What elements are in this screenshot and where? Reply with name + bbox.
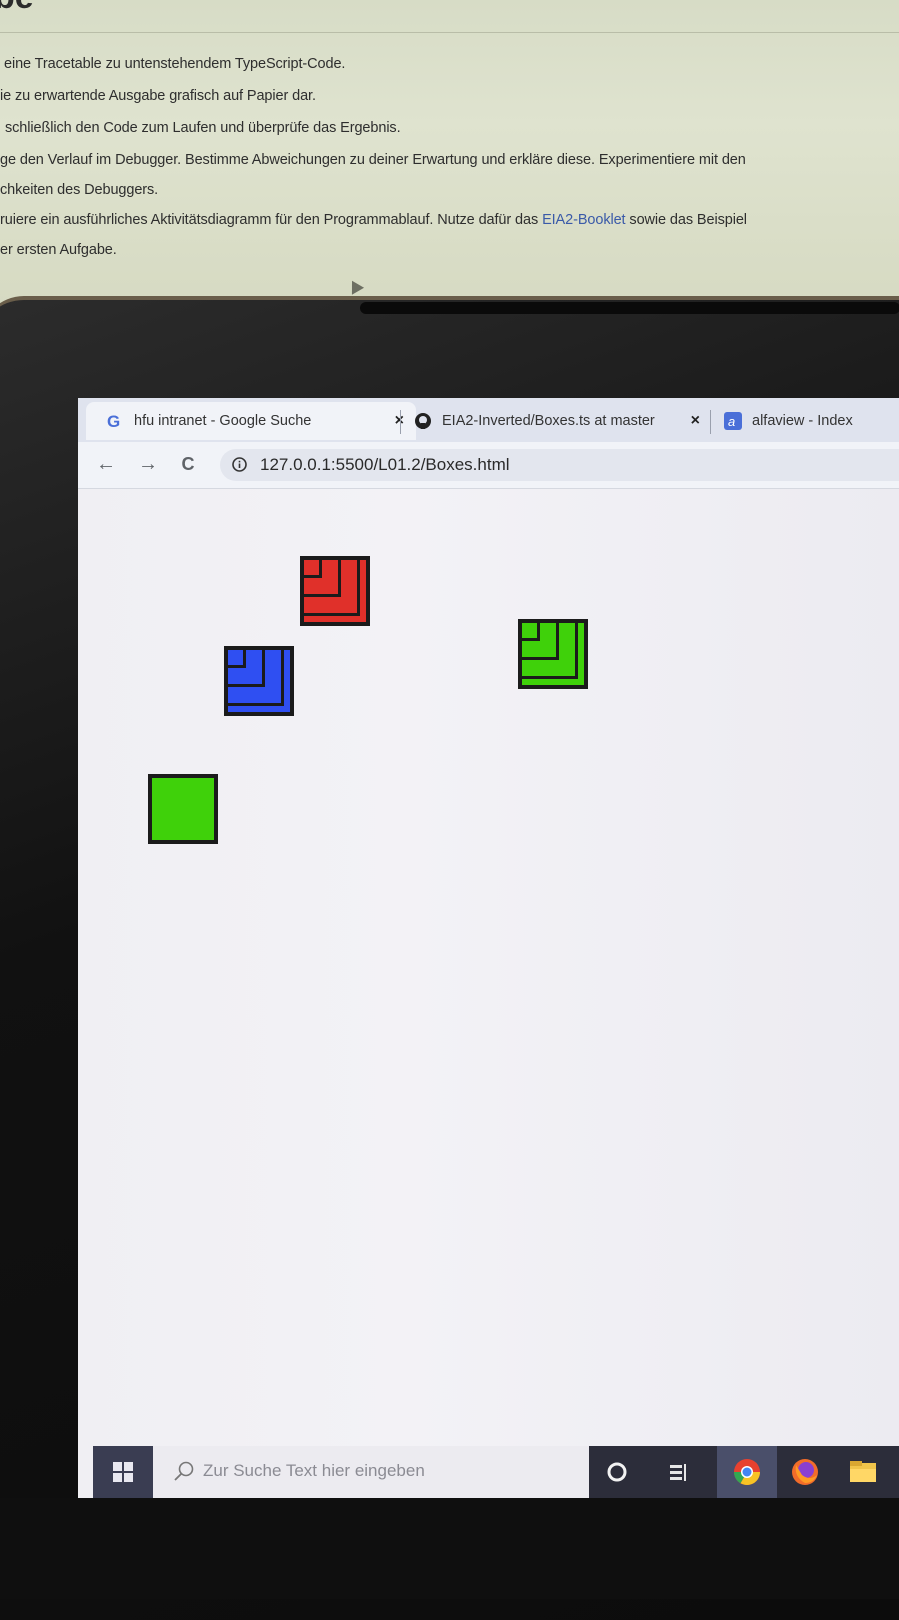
box-fill: [152, 778, 214, 840]
tab-github-boxes[interactable]: EIA2-Inverted/Boxes.ts at master ×: [410, 402, 712, 440]
laptop-bottom-bezel: [0, 1498, 899, 1599]
task-line-7: er ersten Aufgabe.: [0, 242, 117, 258]
task-line-4: ge den Verlauf im Debugger. Bestimme Abw…: [0, 152, 746, 168]
inner-square: [522, 623, 540, 641]
tab-separator: [400, 410, 401, 434]
firefox-icon[interactable]: [787, 1454, 823, 1490]
back-button[interactable]: ←: [94, 452, 118, 476]
task-line-5: chkeiten des Debuggers.: [0, 182, 159, 198]
file-explorer-icon[interactable]: [845, 1454, 881, 1490]
cortana-icon[interactable]: [599, 1454, 635, 1490]
task-view-icon[interactable]: [661, 1454, 697, 1490]
bezel-edge: [360, 302, 899, 314]
green-plain-box: [148, 774, 218, 844]
blue-nested-box: [224, 646, 294, 716]
forward-button[interactable]: →: [136, 452, 160, 476]
page-canvas: [78, 489, 899, 1528]
task-line-3: schließlich den Code zum Laufen und über…: [5, 120, 401, 136]
google-icon: G: [106, 412, 124, 430]
document-heading: be: [0, 0, 34, 17]
search-icon: [173, 1460, 195, 1487]
windows-start-icon[interactable]: [93, 1446, 153, 1498]
taskbar-search-input[interactable]: Zur Suche Text hier eingeben: [153, 1446, 589, 1498]
tab-separator: [710, 410, 711, 434]
address-url: 127.0.0.1:5500/L01.2/Boxes.html: [260, 455, 510, 474]
task-line-1: eine Tracetable zu untenstehendem TypeSc…: [4, 56, 346, 72]
background-document: be eine Tracetable zu untenstehendem Typ…: [0, 0, 899, 310]
inner-square: [304, 560, 322, 578]
browser-window: G hfu intranet - Google Suche × EIA2-Inv…: [78, 398, 899, 1528]
red-nested-box: [300, 556, 370, 626]
svg-text:a: a: [728, 414, 735, 429]
tab-alfaview[interactable]: a alfaview - Index: [720, 402, 899, 440]
mouse-cursor-icon: [345, 277, 365, 295]
github-icon: [414, 412, 432, 430]
task-line-6-text-before: ruiere ein ausführliches Aktivitätsdiagr…: [0, 212, 543, 228]
info-icon[interactable]: [232, 457, 247, 472]
tab-title: EIA2-Inverted/Boxes.ts at master: [442, 413, 655, 429]
tab-bar: G hfu intranet - Google Suche × EIA2-Inv…: [78, 398, 899, 442]
browser-toolbar: ← → C 127.0.0.1:5500/L01.2/Boxes.html: [78, 442, 899, 489]
alfaview-icon: a: [724, 412, 742, 430]
task-line-6-text-after: sowie das Beispiel: [625, 212, 747, 228]
tab-google-search[interactable]: G hfu intranet - Google Suche ×: [86, 402, 416, 440]
close-tab-icon[interactable]: ×: [691, 412, 700, 430]
eia2-booklet-link[interactable]: EIA2-Booklet: [542, 212, 626, 228]
search-placeholder: Zur Suche Text hier eingeben: [203, 1461, 425, 1480]
task-line-2: ie zu erwartende Ausgabe grafisch auf Pa…: [0, 88, 316, 104]
task-line-6: ruiere ein ausführliches Aktivitätsdiagr…: [0, 212, 747, 228]
svg-text:G: G: [107, 412, 120, 430]
address-bar[interactable]: 127.0.0.1:5500/L01.2/Boxes.html: [220, 449, 899, 481]
chrome-icon[interactable]: [717, 1446, 777, 1498]
inner-square: [228, 650, 246, 668]
green-nested-box: [518, 619, 588, 689]
heading-divider: [0, 32, 899, 33]
tab-title: alfaview - Index: [752, 413, 853, 429]
tab-title: hfu intranet - Google Suche: [134, 413, 312, 429]
reload-button[interactable]: C: [176, 452, 200, 476]
windows-taskbar: Zur Suche Text hier eingeben: [93, 1446, 899, 1498]
